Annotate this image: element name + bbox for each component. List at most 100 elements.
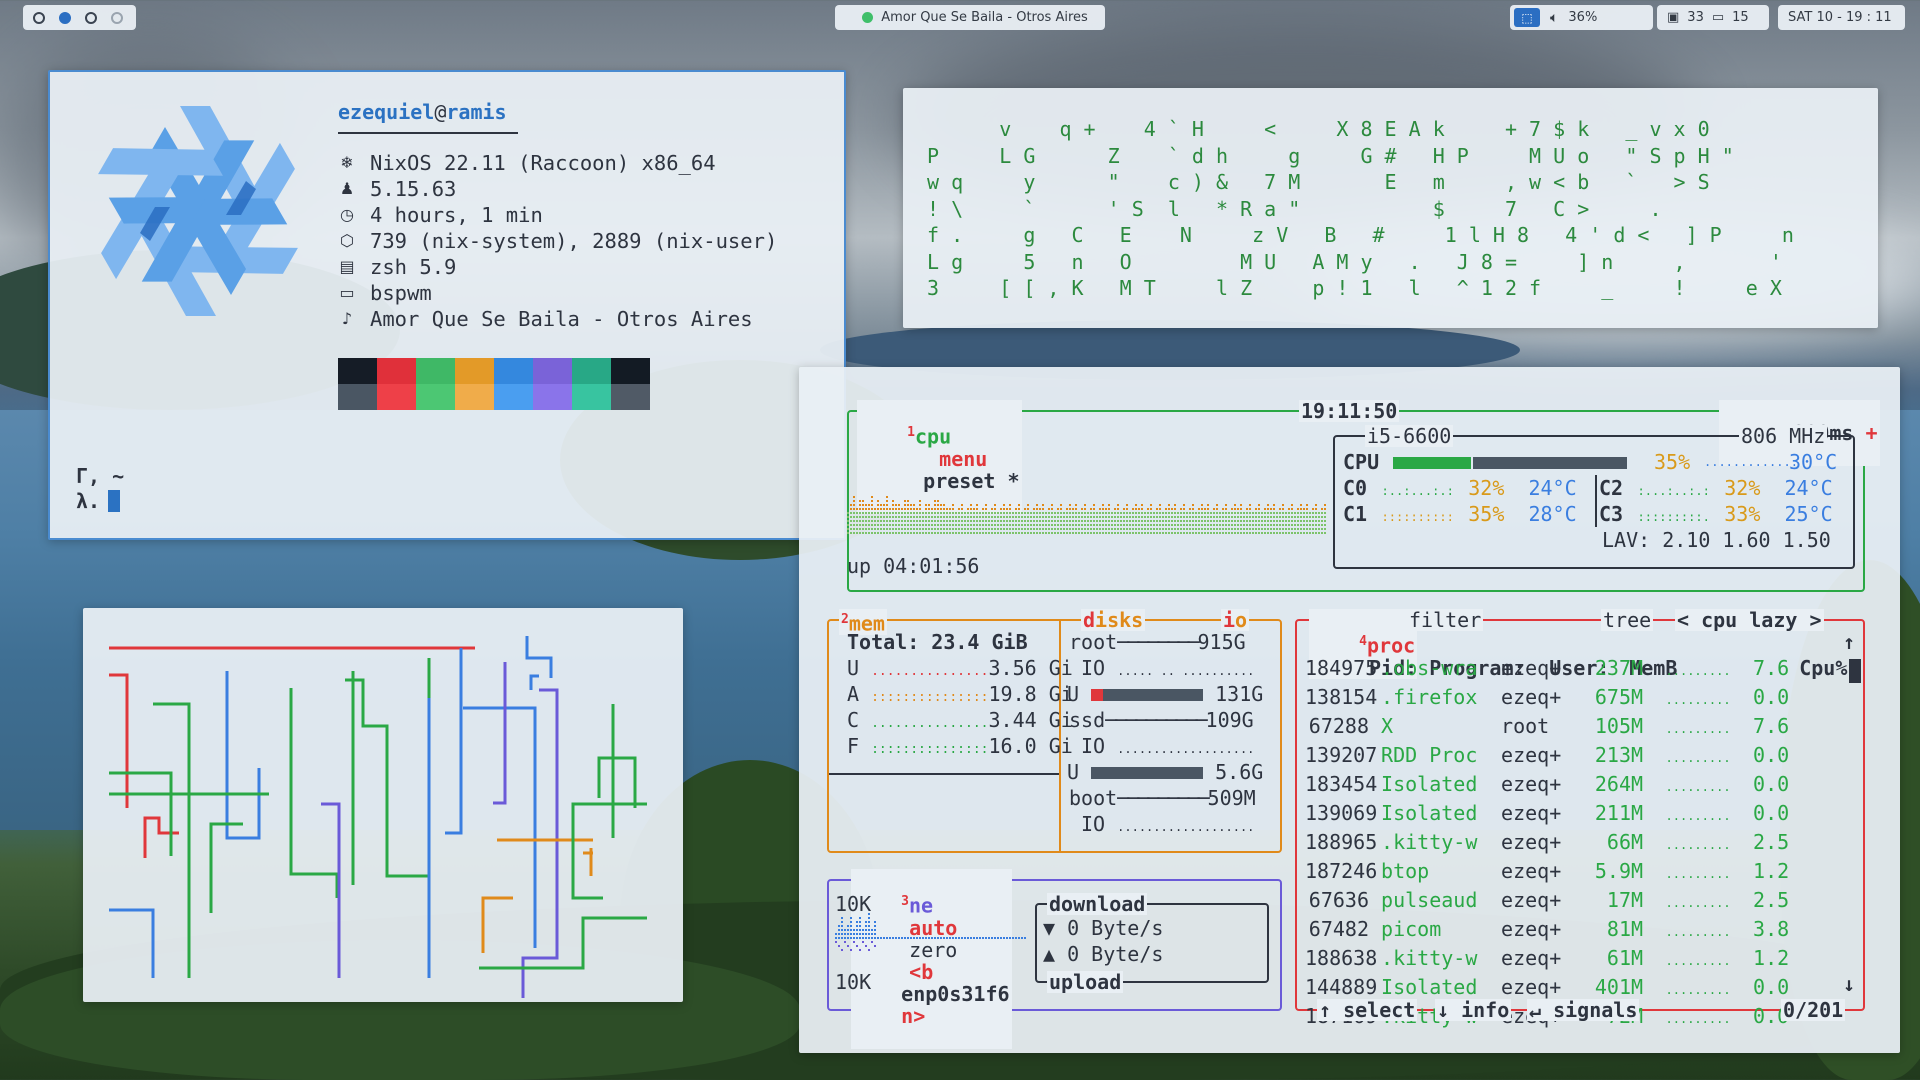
net-graph-dot	[847, 929, 849, 931]
process-row[interactable]: 183454 Isolated ezeq+ 264M......... 0.0	[1305, 771, 1789, 800]
process-row[interactable]: 67288 Xroot 105M......... 7.6	[1305, 713, 1789, 742]
cpu-graph-dot	[1204, 524, 1206, 526]
select-hint[interactable]: ↑ select	[1317, 999, 1418, 1021]
cpu-graph-dot	[985, 504, 987, 506]
cpu-graph-dot	[979, 528, 981, 530]
cpu-graph-dot	[1192, 508, 1194, 510]
pipes-terminal[interactable]	[83, 608, 683, 1002]
disks-tab[interactable]: disks	[1081, 609, 1146, 631]
cpu-graph-dot	[1264, 516, 1266, 518]
process-row[interactable]: 67636 pulseaud ezeq+ 17M......... 2.5	[1305, 887, 1789, 916]
cpu-graph-dot	[997, 524, 999, 526]
cpu-graph-dot	[1318, 532, 1320, 534]
cpu-graph-dot	[1120, 516, 1122, 518]
cpu-graph-dot	[1312, 512, 1314, 514]
cpu-graph-dot	[991, 512, 993, 514]
cpu-graph-dot	[994, 520, 996, 522]
cpu-graph-dot	[1195, 512, 1197, 514]
cpu-graph-dot	[1117, 516, 1119, 518]
net-graph-dot	[868, 929, 870, 931]
cpu-graph-dot	[1081, 516, 1083, 518]
cpu-graph-dot	[1078, 532, 1080, 534]
net-graph-dot	[1021, 937, 1023, 939]
cpu-graph-dot	[925, 528, 927, 530]
cpu-graph-dot	[907, 508, 909, 510]
cpu-graph-dot	[1042, 512, 1044, 514]
cpu-graph-dot	[1009, 516, 1011, 518]
workspace-4[interactable]	[111, 11, 123, 24]
process-row[interactable]: 187246 btop ezeq+ 5.9M......... 1.2	[1305, 858, 1789, 887]
cpu-graph-dot	[865, 524, 867, 526]
cpu-graph-dot	[895, 524, 897, 526]
cpu-graph-dot	[1039, 528, 1041, 530]
workspace-2[interactable]	[59, 11, 71, 24]
cpu-graph-dot	[925, 520, 927, 522]
palette-light-5	[533, 384, 572, 410]
palette-light-1	[377, 384, 416, 410]
shell-prompt[interactable]: Γ, ~ λ.	[76, 464, 124, 514]
scroll-down-icon[interactable]: ↓	[1843, 971, 1855, 997]
cpu-graph-dot	[982, 524, 984, 526]
sort-selector[interactable]: < cpu lazy >	[1675, 609, 1824, 631]
info-hint[interactable]: ↓ info	[1435, 999, 1512, 1021]
cpu-graph-dot	[1135, 520, 1137, 522]
scrollbar-thumb[interactable]	[1849, 659, 1861, 683]
cpu-graph-dot	[1012, 532, 1014, 534]
cpu-graph-dot	[1240, 524, 1242, 526]
cpu-graph-dot	[1090, 524, 1092, 526]
process-row[interactable]: 188638 .kitty-w ezeq+ 61M......... 1.2	[1305, 945, 1789, 974]
net-graph-dot	[937, 937, 939, 939]
workspace-1[interactable]	[33, 11, 45, 24]
cpu-graph-dot	[1057, 520, 1059, 522]
cpu-graph-dot	[1084, 532, 1086, 534]
process-row[interactable]: 67482 picom ezeq+ 81M......... 3.8	[1305, 916, 1789, 945]
matrix-terminal[interactable]: v q + 4 ` H < X 8 E A k + 7 $ k _ v x 0P…	[903, 88, 1878, 328]
cpu-graph-dot	[910, 508, 912, 510]
cpu-graph-dot	[1051, 504, 1053, 506]
scroll-up-icon[interactable]: ↑	[1843, 629, 1855, 655]
cpu-graph-dot	[922, 528, 924, 530]
cpu-graph-dot	[1252, 512, 1254, 514]
volume-icon[interactable]: 🔈︎	[1550, 10, 1558, 26]
cpu-graph-dot	[1039, 508, 1041, 510]
clock[interactable]: SAT 10 - 19 : 11	[1778, 5, 1905, 30]
cpu-graph-dot	[847, 532, 849, 534]
cpu-graph-dot	[967, 508, 969, 510]
cpu-graph-dot	[1165, 520, 1167, 522]
cpu-graph-dot	[877, 532, 879, 534]
signals-hint[interactable]: ↵ signals	[1527, 999, 1640, 1021]
cpu-graph-dot	[1141, 516, 1143, 518]
io-tab[interactable]: io	[1221, 609, 1250, 631]
tree-toggle[interactable]: tree	[1601, 609, 1654, 631]
uptime: up 04:01:56	[847, 554, 980, 578]
cpu-graph-dot	[1279, 516, 1281, 518]
filter-button[interactable]: filter	[1407, 609, 1484, 631]
cpu-graph-dot	[1018, 532, 1020, 534]
process-row[interactable]: 138154 .firefox ezeq+ 675M......... 0.0	[1305, 684, 1789, 713]
process-row[interactable]: 188965 .kitty-w ezeq+ 66M......... 2.5	[1305, 829, 1789, 858]
cpu-graph-dot	[1207, 508, 1209, 510]
net-graph-dot	[874, 929, 876, 931]
lock-icon[interactable]: ⬚	[1514, 8, 1540, 27]
cpu-graph-dot	[937, 516, 939, 518]
fetch-terminal[interactable]: ezequiel@ramis ❄ NixOS 22.11 (Raccoon) x8…	[48, 70, 846, 540]
process-row[interactable]: 139069 Isolated ezeq+ 211M......... 0.0	[1305, 800, 1789, 829]
cpu-graph-dot	[907, 500, 909, 502]
cpu-graph-dot	[1255, 520, 1257, 522]
cpu-graph-dot	[1216, 528, 1218, 530]
cpu-graph-dot	[1030, 516, 1032, 518]
next-iface-button[interactable]: n>	[901, 1004, 925, 1028]
process-row[interactable]: 184975 .obs-wra ezeq+ 237M......... 7.6	[1305, 655, 1789, 684]
cpu-graph-dot	[1036, 528, 1038, 530]
user-host: ezequiel@ramis	[338, 100, 507, 124]
cpu-graph-dot	[883, 520, 885, 522]
btop-terminal[interactable]: 1cpu menu preset * 19:11:50 - 200ms + up…	[799, 367, 1900, 1053]
interval-increase-button[interactable]: +	[1866, 421, 1878, 445]
cpu-graph-dot	[1105, 528, 1107, 530]
workspace-3[interactable]	[85, 11, 97, 24]
cpu-tab[interactable]: cpu	[915, 425, 951, 449]
cpu-graph-dot	[868, 516, 870, 518]
process-row[interactable]: 139207 RDD Proc ezeq+ 213M......... 0.0	[1305, 742, 1789, 771]
net-graph-dot	[835, 937, 837, 939]
cpu-graph-dot	[1231, 508, 1233, 510]
